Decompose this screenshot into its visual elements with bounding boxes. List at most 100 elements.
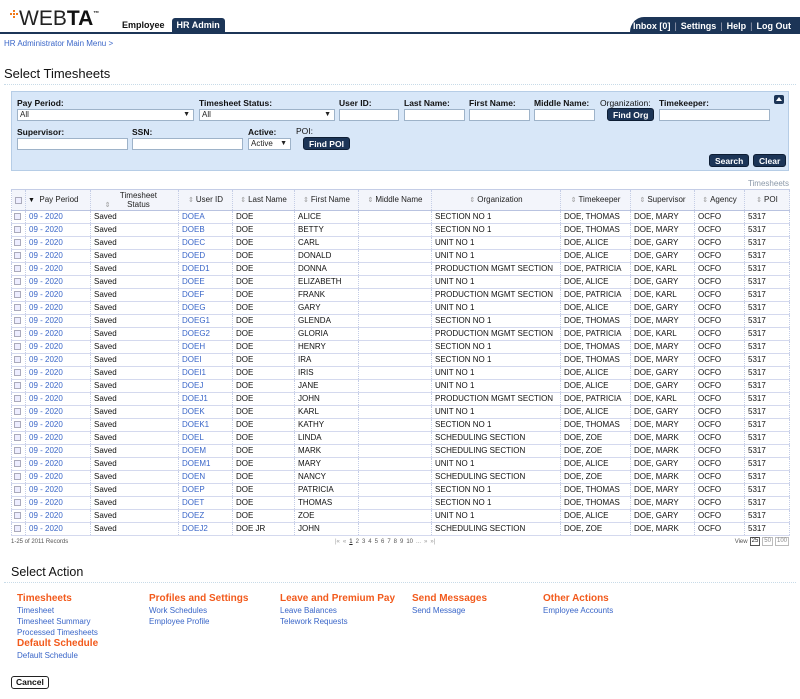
action-link-employee-profile[interactable]: Employee Profile xyxy=(149,616,248,627)
webta-logo[interactable]: WEBTA ™ xyxy=(10,8,99,30)
cell-user-id-link[interactable]: DOEE xyxy=(178,275,233,289)
help-link[interactable]: Help xyxy=(727,21,747,31)
table-row[interactable]: 09 - 2020 Saved DOEJ DOE JANE UNIT NO 1 DOE, A… xyxy=(11,379,790,393)
cell-pay-period-link[interactable]: 09 - 2020 xyxy=(25,457,91,471)
row-checkbox[interactable] xyxy=(11,340,26,354)
column-header-last-name[interactable]: ⇕ Last Name xyxy=(232,189,295,211)
cell-pay-period-link[interactable]: 09 - 2020 xyxy=(25,522,91,536)
page-link-5[interactable]: 5 xyxy=(375,539,378,545)
table-row[interactable]: 09 - 2020 Saved DOEL DOE LINDA SCHEDULING SEC… xyxy=(11,431,790,445)
ssn-input[interactable] xyxy=(132,138,243,150)
row-checkbox[interactable] xyxy=(11,353,26,367)
cell-user-id-link[interactable]: DOEG1 xyxy=(178,314,233,328)
cell-pay-period-link[interactable]: 09 - 2020 xyxy=(25,392,91,406)
next-page-icon[interactable]: » xyxy=(424,539,427,545)
cell-pay-period-link[interactable]: 09 - 2020 xyxy=(25,327,91,341)
cell-user-id-link[interactable]: DOEL xyxy=(178,431,233,445)
action-link-processed-timesheets[interactable]: Processed Timesheets xyxy=(17,627,98,638)
action-link-timesheet[interactable]: Timesheet xyxy=(17,605,98,616)
first-name-input[interactable] xyxy=(469,109,530,121)
cell-user-id-link[interactable]: DOEH xyxy=(178,340,233,354)
table-row[interactable]: 09 - 2020 Saved DOEG2 DOE GLORIA PRODUCTION M… xyxy=(11,327,790,341)
cell-pay-period-link[interactable]: 09 - 2020 xyxy=(25,496,91,510)
select-all-checkbox[interactable] xyxy=(11,189,26,211)
row-checkbox[interactable] xyxy=(11,236,26,250)
table-row[interactable]: 09 - 2020 Saved DOEB DOE BETTY SECTION NO 1 DO… xyxy=(11,223,790,237)
tab-hr-admin[interactable]: HR Admin xyxy=(171,18,225,32)
column-header-timesheet-status[interactable]: ⇕Timesheet Status xyxy=(90,189,179,211)
page-link-9[interactable]: 9 xyxy=(400,539,403,545)
table-row[interactable]: 09 - 2020 Saved DOEI1 DOE IRIS UNIT NO 1 DOE, … xyxy=(11,366,790,380)
page-link-6[interactable]: 6 xyxy=(381,539,384,545)
row-checkbox[interactable] xyxy=(11,405,26,419)
cell-user-id-link[interactable]: DOEI1 xyxy=(178,366,233,380)
row-checkbox[interactable] xyxy=(11,223,26,237)
cell-user-id-link[interactable]: DOEN xyxy=(178,470,233,484)
action-link-employee-accounts[interactable]: Employee Accounts xyxy=(543,605,613,616)
cell-pay-period-link[interactable]: 09 - 2020 xyxy=(25,418,91,432)
cell-user-id-link[interactable]: DOEJ1 xyxy=(178,392,233,406)
page-size-100[interactable]: 100 xyxy=(774,537,789,546)
table-row[interactable]: 09 - 2020 Saved DOEA DOE ALICE SECTION NO 1 DO… xyxy=(11,210,790,224)
row-checkbox[interactable] xyxy=(11,392,26,406)
row-checkbox[interactable] xyxy=(11,301,26,315)
cell-pay-period-link[interactable]: 09 - 2020 xyxy=(25,275,91,289)
column-header-pay-period[interactable]: ▼ Pay Period xyxy=(25,189,91,211)
table-row[interactable]: 09 - 2020 Saved DOEH DOE HENRY SECTION NO 1 DO… xyxy=(11,340,790,354)
row-checkbox[interactable] xyxy=(11,496,26,510)
cell-pay-period-link[interactable]: 09 - 2020 xyxy=(25,431,91,445)
cell-pay-period-link[interactable]: 09 - 2020 xyxy=(25,288,91,302)
table-row[interactable]: 09 - 2020 Saved DOEG DOE GARY UNIT NO 1 DOE, A… xyxy=(11,301,790,315)
row-checkbox[interactable] xyxy=(11,457,26,471)
timekeeper-input[interactable] xyxy=(659,109,770,121)
cell-user-id-link[interactable]: DOEK xyxy=(178,405,233,419)
supervisor-input[interactable] xyxy=(17,138,128,150)
action-link-default-schedule[interactable]: Default Schedule xyxy=(17,650,98,661)
page-link-10[interactable]: 10 xyxy=(406,539,413,545)
active-select[interactable]: Active ▼ xyxy=(248,138,291,150)
table-row[interactable]: 09 - 2020 Saved DOEK1 DOE KATHY SECTION NO 1D… xyxy=(11,418,790,432)
table-row[interactable]: 09 - 2020 Saved DOEF DOE FRANK PRODUCTION MGM… xyxy=(11,288,790,302)
last-page-icon[interactable]: »| xyxy=(430,539,435,545)
cell-pay-period-link[interactable]: 09 - 2020 xyxy=(25,353,91,367)
cell-pay-period-link[interactable]: 09 - 2020 xyxy=(25,444,91,458)
cell-pay-period-link[interactable]: 09 - 2020 xyxy=(25,236,91,250)
cell-user-id-link[interactable]: DOET xyxy=(178,496,233,510)
cell-user-id-link[interactable]: DOEK1 xyxy=(178,418,233,432)
cell-pay-period-link[interactable]: 09 - 2020 xyxy=(25,483,91,497)
page-link-8[interactable]: 8 xyxy=(394,539,397,545)
settings-link[interactable]: Settings xyxy=(681,21,717,31)
cell-pay-period-link[interactable]: 09 - 2020 xyxy=(25,470,91,484)
table-row[interactable]: 09 - 2020 Saved DOEJ1 DOE JOHN PRODUCTION MGM… xyxy=(11,392,790,406)
row-checkbox[interactable] xyxy=(11,444,26,458)
table-row[interactable]: 09 - 2020 Saved DOEN DOE NANCY SCHEDULING SEC… xyxy=(11,470,790,484)
cell-user-id-link[interactable]: DOEB xyxy=(178,223,233,237)
search-button[interactable]: Search xyxy=(709,154,750,167)
row-checkbox[interactable] xyxy=(11,275,26,289)
timesheet-status-select[interactable]: All ▼ xyxy=(199,109,335,121)
cell-user-id-link[interactable]: DOED xyxy=(178,249,233,263)
table-row[interactable]: 09 - 2020 Saved DOEG1 DOE GLENDA SECTION NO 1… xyxy=(11,314,790,328)
page-size-25[interactable]: 25 xyxy=(749,537,761,546)
table-row[interactable]: 09 - 2020 Saved DOEZ DOE ZOE UNIT NO 1 DOE, AL… xyxy=(11,509,790,523)
table-row[interactable]: 09 - 2020 Saved DOEK DOE KARL UNIT NO 1 DOE, A… xyxy=(11,405,790,419)
table-row[interactable]: 09 - 2020 Saved DOEM1 DOE MARY UNIT NO 1 DOE, … xyxy=(11,457,790,471)
cell-user-id-link[interactable]: DOEZ xyxy=(178,509,233,523)
page-link-2[interactable]: 2 xyxy=(356,539,359,545)
clear-button[interactable]: Clear xyxy=(753,154,787,167)
table-row[interactable]: 09 - 2020 Saved DOED1 DOE DONNA PRODUCTION MG… xyxy=(11,262,790,276)
column-header-poi[interactable]: ⇕ POI xyxy=(744,189,790,211)
row-checkbox[interactable] xyxy=(11,288,26,302)
cell-pay-period-link[interactable]: 09 - 2020 xyxy=(25,405,91,419)
row-checkbox[interactable] xyxy=(11,262,26,276)
cell-pay-period-link[interactable]: 09 - 2020 xyxy=(25,314,91,328)
cell-user-id-link[interactable]: DOEM xyxy=(178,444,233,458)
last-name-input[interactable] xyxy=(404,109,465,121)
row-checkbox[interactable] xyxy=(11,470,26,484)
row-checkbox[interactable] xyxy=(11,509,26,523)
cell-pay-period-link[interactable]: 09 - 2020 xyxy=(25,223,91,237)
action-link-telework-requests[interactable]: Telework Requests xyxy=(280,616,395,627)
cell-user-id-link[interactable]: DOEG xyxy=(178,301,233,315)
cell-user-id-link[interactable]: DOEJ2 xyxy=(178,522,233,536)
middle-name-input[interactable] xyxy=(534,109,595,121)
